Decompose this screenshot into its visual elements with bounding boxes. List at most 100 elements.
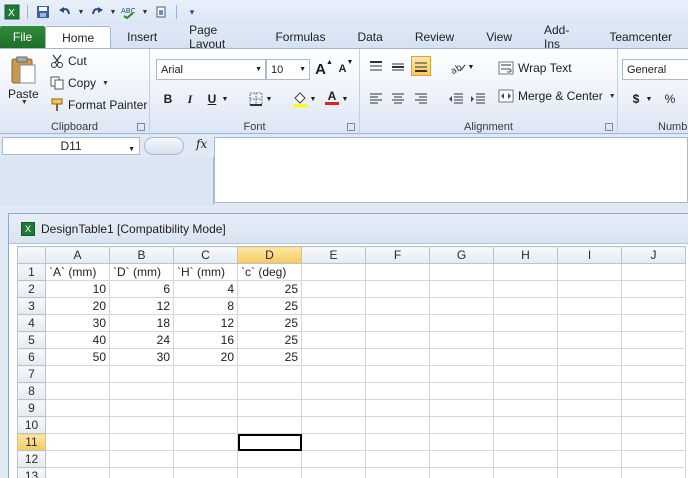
row-header-10[interactable]: 10 <box>17 416 46 434</box>
cell-f11[interactable] <box>365 433 430 451</box>
name-box-dropdown-icon[interactable]: ▼ <box>128 142 135 158</box>
cell-j10[interactable] <box>621 416 686 434</box>
cell-f8[interactable] <box>365 382 430 400</box>
font-name-dropdown-icon[interactable]: ▼ <box>255 66 262 73</box>
cell-j4[interactable] <box>621 314 686 332</box>
cell-j7[interactable] <box>621 365 686 383</box>
copy-button[interactable]: Copy ▼ <box>50 76 109 90</box>
cell-f9[interactable] <box>365 399 430 417</box>
column-header-c[interactable]: C <box>173 246 238 264</box>
cell-i5[interactable] <box>557 331 622 349</box>
cell-a12[interactable] <box>45 450 110 468</box>
tab-review[interactable]: Review <box>399 26 470 48</box>
row-header-1[interactable]: 1 <box>17 263 46 281</box>
tab-insert[interactable]: Insert <box>111 26 173 48</box>
cell-f12[interactable] <box>365 450 430 468</box>
cell-a10[interactable] <box>45 416 110 434</box>
format-painter-button[interactable]: Format Painter <box>50 98 147 112</box>
row-header-3[interactable]: 3 <box>17 297 46 315</box>
row-header-12[interactable]: 12 <box>17 450 46 468</box>
align-bottom-icon[interactable] <box>411 56 431 76</box>
orientation-dropdown-icon[interactable]: ▼ <box>466 57 476 77</box>
cell-a2[interactable]: 10 <box>45 280 110 298</box>
cell-b7[interactable] <box>109 365 174 383</box>
cell-a7[interactable] <box>45 365 110 383</box>
cell-a6[interactable]: 50 <box>45 348 110 366</box>
cell-g12[interactable] <box>429 450 494 468</box>
cell-i4[interactable] <box>557 314 622 332</box>
cell-b2[interactable]: 6 <box>109 280 174 298</box>
cell-j5[interactable] <box>621 331 686 349</box>
cell-g6[interactable] <box>429 348 494 366</box>
cell-e2[interactable] <box>301 280 366 298</box>
cell-d7[interactable] <box>237 365 302 383</box>
cell-b10[interactable] <box>109 416 174 434</box>
cell-d10[interactable] <box>237 416 302 434</box>
cell-b4[interactable]: 18 <box>109 314 174 332</box>
cell-e9[interactable] <box>301 399 366 417</box>
cell-d8[interactable] <box>237 382 302 400</box>
font-launcher-icon[interactable] <box>347 123 355 131</box>
cell-c4[interactable]: 12 <box>173 314 238 332</box>
merge-center-dropdown-icon[interactable]: ▼ <box>609 93 616 100</box>
cell-e12[interactable] <box>301 450 366 468</box>
cell-a3[interactable]: 20 <box>45 297 110 315</box>
font-name-combo[interactable]: Arial ▼ <box>156 59 266 80</box>
column-header-f[interactable]: F <box>365 246 430 264</box>
copy-dropdown-icon[interactable]: ▼ <box>102 80 109 87</box>
cell-h6[interactable] <box>493 348 558 366</box>
spellcheck-dropdown-icon[interactable]: ▼ <box>141 9 149 16</box>
cell-c9[interactable] <box>173 399 238 417</box>
cell-g9[interactable] <box>429 399 494 417</box>
cell-h13[interactable] <box>493 467 558 478</box>
save-icon[interactable] <box>33 2 53 22</box>
cell-h8[interactable] <box>493 382 558 400</box>
row-header-2[interactable]: 2 <box>17 280 46 298</box>
cell-a1[interactable]: `A` (mm) <box>45 263 110 281</box>
cell-g4[interactable] <box>429 314 494 332</box>
formula-input[interactable] <box>214 137 688 203</box>
cell-j1[interactable] <box>621 263 686 281</box>
attach-icon[interactable] <box>151 2 171 22</box>
cell-i13[interactable] <box>557 467 622 478</box>
cell-d6[interactable]: 25 <box>237 348 302 366</box>
cell-h10[interactable] <box>493 416 558 434</box>
cell-j9[interactable] <box>621 399 686 417</box>
cell-e8[interactable] <box>301 382 366 400</box>
insert-function-icon[interactable]: fx <box>196 137 207 151</box>
row-header-5[interactable]: 5 <box>17 331 46 349</box>
cell-g3[interactable] <box>429 297 494 315</box>
cell-e6[interactable] <box>301 348 366 366</box>
borders-dropdown-icon[interactable]: ▼ <box>264 89 274 109</box>
tab-view[interactable]: View <box>470 26 528 48</box>
cell-g8[interactable] <box>429 382 494 400</box>
name-box[interactable]: D11 ▼ <box>2 137 140 155</box>
cut-button[interactable]: Cut <box>50 54 87 68</box>
align-left-icon[interactable] <box>366 89 386 109</box>
underline-dropdown-icon[interactable]: ▼ <box>220 89 230 109</box>
cell-f6[interactable] <box>365 348 430 366</box>
row-header-9[interactable]: 9 <box>17 399 46 417</box>
align-right-icon[interactable] <box>411 89 431 109</box>
cell-e10[interactable] <box>301 416 366 434</box>
align-top-icon[interactable] <box>366 57 386 77</box>
cell-j6[interactable] <box>621 348 686 366</box>
cell-i3[interactable] <box>557 297 622 315</box>
orientation-icon[interactable]: ab <box>448 57 468 77</box>
tab-teamcenter[interactable]: Teamcenter <box>593 26 688 48</box>
cell-j11[interactable] <box>621 433 686 451</box>
tab-formulas[interactable]: Formulas <box>259 26 341 48</box>
cell-i7[interactable] <box>557 365 622 383</box>
cell-e3[interactable] <box>301 297 366 315</box>
cell-d4[interactable]: 25 <box>237 314 302 332</box>
cell-i12[interactable] <box>557 450 622 468</box>
cell-f4[interactable] <box>365 314 430 332</box>
cell-g11[interactable] <box>429 433 494 451</box>
cell-d11[interactable] <box>237 433 302 451</box>
cell-b13[interactable] <box>109 467 174 478</box>
cell-c12[interactable] <box>173 450 238 468</box>
cell-e4[interactable] <box>301 314 366 332</box>
font-color-button[interactable]: A <box>322 87 342 107</box>
tab-file[interactable]: File <box>0 26 46 48</box>
cell-f2[interactable] <box>365 280 430 298</box>
